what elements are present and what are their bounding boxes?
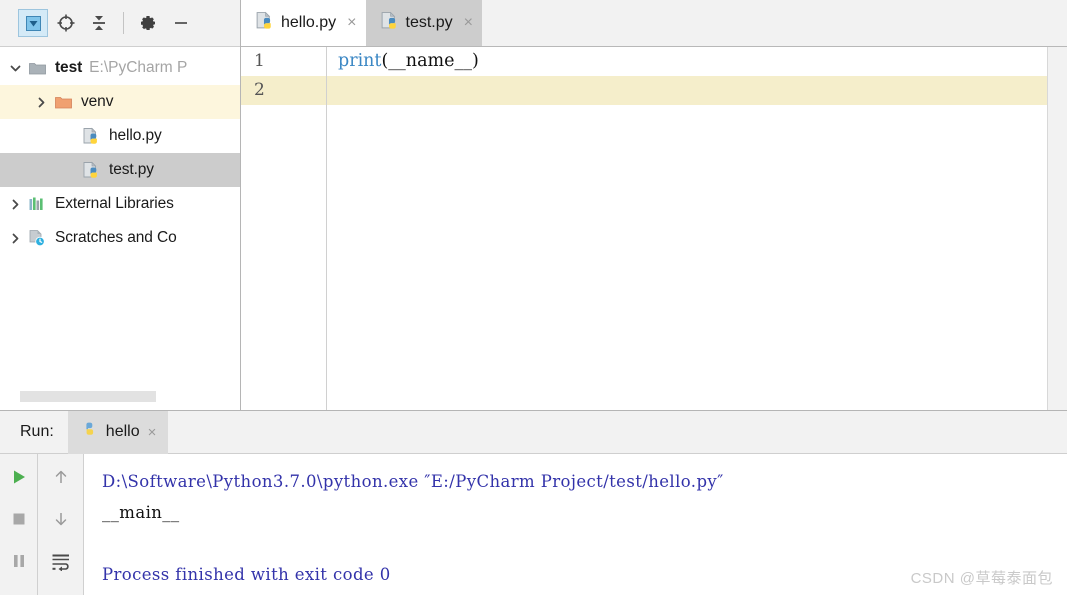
chevron-down-icon[interactable] — [4, 62, 26, 75]
python-file-icon — [380, 11, 399, 35]
tree-item-hello-py[interactable]: hello.py — [0, 119, 240, 153]
folder-grey-icon — [26, 58, 48, 78]
code-token-args: (__name__) — [381, 51, 479, 71]
project-tree[interactable]: test E:\PyCharm P venv hello.py test.py … — [0, 47, 240, 410]
rerun-button[interactable] — [5, 463, 33, 491]
pause-button[interactable] — [5, 547, 33, 575]
editor-tab-hello-py[interactable]: hello.py × — [241, 0, 366, 46]
project-tool-window: test E:\PyCharm P venv hello.py test.py … — [0, 0, 241, 410]
run-toolbar-right — [38, 454, 84, 595]
libraries-bars-icon — [26, 194, 48, 214]
pycharm-window: test E:\PyCharm P venv hello.py test.py … — [0, 0, 1067, 595]
stop-button[interactable] — [5, 505, 33, 533]
tree-item-label: test.py — [109, 161, 154, 178]
editor-area: hello.py × test.py × 1 2 print(__name__) — [241, 0, 1067, 410]
tree-item-test-py[interactable]: test.py — [0, 153, 240, 187]
line-number: 1 — [254, 51, 265, 71]
down-the-stack-trace-button[interactable] — [47, 505, 75, 533]
python-run-icon — [80, 421, 98, 444]
run-body: D:\Software\Python3.7.0\python.exe ″E:/P… — [0, 454, 1067, 595]
python-file-icon — [80, 160, 102, 180]
tree-item-scratches[interactable]: Scratches and Co — [0, 221, 240, 255]
run-window-label: Run: — [20, 423, 54, 440]
toolbar-separator — [123, 12, 124, 34]
settings-gear-icon[interactable] — [133, 9, 163, 37]
up-the-stack-trace-button[interactable] — [47, 463, 75, 491]
run-console-output[interactable]: D:\Software\Python3.7.0\python.exe ″E:/P… — [84, 454, 1067, 595]
console-line-output: __main__ — [102, 503, 180, 522]
scratches-clock-icon — [26, 228, 48, 248]
code-text[interactable]: print(__name__) — [327, 47, 1067, 410]
code-token-print: print — [338, 51, 382, 71]
run-toolbar-left — [0, 454, 38, 595]
close-icon[interactable]: × — [347, 15, 356, 31]
tree-item-label: venv — [81, 93, 114, 110]
watermark: CSDN @草莓泰面包 — [910, 570, 1053, 587]
editor-right-gutter — [1047, 47, 1067, 410]
tree-item-path: E:\PyCharm P — [89, 59, 188, 76]
code-line-2 — [327, 76, 1067, 105]
editor-tab-label: hello.py — [281, 14, 337, 31]
tree-item-label: test — [55, 59, 83, 76]
select-opened-file-icon[interactable] — [18, 9, 48, 37]
line-number: 2 — [241, 76, 326, 105]
close-icon[interactable]: × — [464, 15, 473, 31]
tree-item-label: Scratches and Co — [55, 229, 177, 246]
project-toolbar — [0, 0, 240, 47]
project-tree-horizontal-scrollbar[interactable] — [20, 391, 156, 402]
chevron-right-icon[interactable] — [4, 198, 26, 211]
tab-bar-filler — [481, 0, 1067, 46]
python-file-icon — [255, 11, 274, 35]
run-header: Run: hello × — [0, 410, 1067, 454]
python-file-icon — [80, 126, 102, 146]
code-line-1: print(__name__) — [327, 47, 1067, 76]
run-tab-label: hello — [105, 423, 140, 440]
chevron-right-icon[interactable] — [30, 96, 52, 109]
tree-item-venv[interactable]: venv — [0, 85, 240, 119]
tree-item-label: hello.py — [109, 127, 162, 144]
top-region: test E:\PyCharm P venv hello.py test.py … — [0, 0, 1067, 410]
editor-tab-bar: hello.py × test.py × — [241, 0, 1067, 47]
code-editor[interactable]: 1 2 print(__name__) — [241, 47, 1067, 410]
chevron-right-icon[interactable] — [4, 232, 26, 245]
editor-tab-test-py[interactable]: test.py × — [365, 0, 482, 46]
locate-target-icon[interactable] — [51, 9, 81, 37]
console-line-command: D:\Software\Python3.7.0\python.exe ″E:/P… — [102, 472, 724, 491]
collapse-all-icon[interactable] — [84, 9, 114, 37]
line-number-gutter: 1 2 — [241, 47, 327, 410]
soft-wrap-button[interactable] — [47, 547, 75, 575]
close-icon[interactable]: × — [148, 424, 157, 441]
tree-item-external-libraries[interactable]: External Libraries — [0, 187, 240, 221]
run-tool-window: Run: hello × D:\Software\Python3.7.0\pyt… — [0, 410, 1067, 595]
run-tab-hello[interactable]: hello × — [67, 410, 169, 454]
tree-item-label: External Libraries — [55, 195, 174, 212]
hide-panel-icon[interactable] — [166, 9, 196, 37]
folder-orange-icon — [52, 92, 74, 112]
editor-tab-label: test.py — [405, 14, 453, 31]
tree-item-test[interactable]: test E:\PyCharm P — [0, 51, 240, 85]
